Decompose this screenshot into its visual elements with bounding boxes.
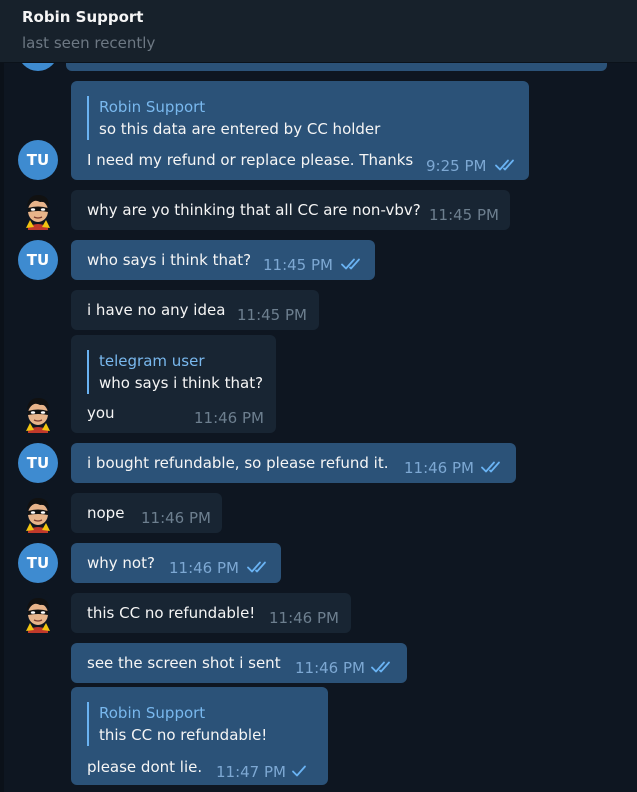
reply-quote[interactable]: Robin Support this CC no refundable!	[87, 702, 267, 746]
message-time: 11:45 PM	[237, 306, 307, 324]
panel-divider	[0, 63, 4, 792]
message-bubble[interactable]: i bought refundable, so please refund it…	[71, 443, 516, 483]
chat-header[interactable]: Robin Support last seen recently	[0, 0, 637, 63]
message-bubble[interactable]: why are yo thinking that all CC are non-…	[71, 190, 510, 230]
reply-author: Robin Support	[99, 98, 206, 116]
message-text: who says i think that?	[87, 251, 252, 269]
message-time: 11:46 PM	[169, 559, 239, 577]
user-avatar-partial	[18, 63, 58, 71]
message-time: 11:46 PM	[269, 609, 339, 627]
message-text: please dont lie.	[87, 758, 203, 776]
single-check-icon	[289, 764, 313, 778]
message-time: 11:46 PM	[295, 659, 365, 677]
message-bubble[interactable]: Robin Support so this data are entered b…	[71, 81, 529, 180]
reply-author: telegram user	[99, 352, 205, 370]
user-avatar[interactable]: TU	[18, 543, 58, 583]
message-time: 11:47 PM	[216, 763, 286, 781]
robin-avatar[interactable]	[18, 393, 58, 433]
reply-quote[interactable]: Robin Support so this data are entered b…	[87, 96, 380, 140]
message-time: 11:46 PM	[141, 509, 211, 527]
double-check-icon	[371, 660, 395, 674]
double-check-icon	[495, 158, 519, 172]
double-check-icon	[341, 257, 365, 271]
message-bubble[interactable]: telegram user who says i think that? you…	[71, 335, 276, 433]
message-bubble-partial[interactable]	[66, 63, 607, 71]
robin-avatar[interactable]	[18, 190, 58, 230]
message-bubble[interactable]: why not? 11:46 PM	[71, 543, 281, 583]
chat-title[interactable]: Robin Support	[22, 8, 143, 26]
message-text: this CC no refundable!	[87, 604, 256, 622]
reply-author: Robin Support	[99, 704, 206, 722]
message-bubble[interactable]: nope 11:46 PM	[71, 493, 222, 533]
message-text: i bought refundable, so please refund it…	[87, 454, 389, 472]
double-check-icon	[481, 460, 505, 474]
double-check-icon	[247, 560, 271, 574]
message-time: 11:46 PM	[404, 459, 474, 477]
robin-avatar[interactable]	[18, 593, 58, 633]
message-text: i have no any idea	[87, 301, 226, 319]
message-time: 11:45 PM	[263, 256, 333, 274]
message-time: 9:25 PM	[426, 157, 487, 175]
message-bubble[interactable]: who says i think that? 11:45 PM	[71, 240, 375, 280]
user-avatar[interactable]: TU	[18, 140, 58, 180]
user-avatar[interactable]: TU	[18, 443, 58, 483]
message-list[interactable]: Robin Support so this data are entered b…	[0, 63, 637, 792]
message-text: I need my refund or replace please. Than…	[87, 151, 414, 169]
message-bubble[interactable]: Robin Support this CC no refundable! ple…	[71, 687, 328, 785]
message-time: 11:45 PM	[429, 206, 499, 224]
user-avatar[interactable]: TU	[18, 240, 58, 280]
reply-text: so this data are entered by CC holder	[99, 120, 381, 138]
message-bubble[interactable]: see the screen shot i sent 11:46 PM	[71, 643, 407, 683]
robin-avatar[interactable]	[18, 493, 58, 533]
reply-text: who says i think that?	[99, 374, 264, 392]
message-bubble[interactable]: this CC no refundable! 11:46 PM	[71, 593, 351, 633]
message-text: you	[87, 404, 115, 422]
reply-text: this CC no refundable!	[99, 726, 268, 744]
reply-quote[interactable]: telegram user who says i think that?	[87, 350, 263, 394]
message-time: 11:46 PM	[194, 409, 264, 427]
message-text: nope	[87, 504, 125, 522]
message-bubble[interactable]: i have no any idea 11:45 PM	[71, 290, 319, 330]
chat-status: last seen recently	[22, 34, 156, 52]
message-text: see the screen shot i sent	[87, 654, 281, 672]
message-text: why are yo thinking that all CC are non-…	[87, 201, 421, 219]
message-text: why not?	[87, 554, 155, 572]
